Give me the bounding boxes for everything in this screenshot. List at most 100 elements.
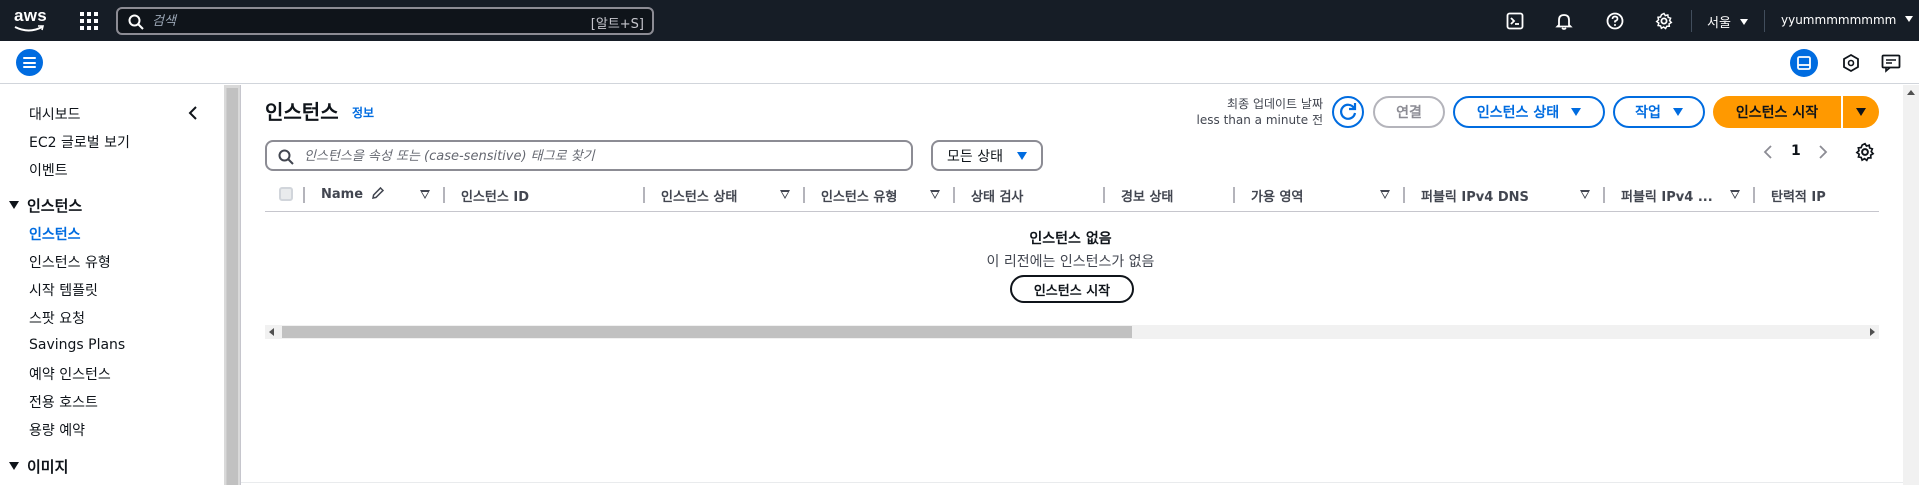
sidebar-section-instances[interactable]: 인스턴스 [9, 195, 82, 216]
instance-state-button[interactable]: 인스턴스 상태 [1453, 96, 1605, 128]
actions-button[interactable]: 작업 [1613, 96, 1705, 128]
caret-down-icon [1017, 152, 1027, 160]
column-header-instance-id[interactable]: 인스턴스 ID [461, 186, 529, 205]
column-divider [1103, 187, 1105, 203]
state-filter-value: 모든 상태 [947, 148, 1003, 165]
table-header: Name 인스턴스 ID 인스턴스 상태 인스턴스 유형 상태 검사 경보 상태… [265, 182, 1879, 212]
column-header-availability-zone[interactable]: 가용 영역 [1251, 186, 1303, 205]
aws-logo-text: aws [14, 6, 48, 25]
sort-caret-icon[interactable] [930, 190, 940, 199]
sort-caret-icon[interactable] [780, 190, 790, 199]
launch-instances-button[interactable]: 인스턴스 시작 [1713, 96, 1841, 128]
column-divider [953, 187, 955, 203]
sidebar-section-label: 인스턴스 [27, 197, 83, 215]
refresh-button[interactable] [1332, 96, 1364, 128]
region-selector[interactable]: 서울 [1707, 12, 1749, 31]
search-shortcut-hint: [알트+S] [590, 17, 644, 32]
column-header-alarm-status[interactable]: 경보 상태 [1121, 186, 1173, 205]
sort-caret-icon[interactable] [1380, 190, 1390, 199]
sidebar-item-spot-requests[interactable]: 스팟 요청 [29, 308, 85, 328]
select-all-checkbox[interactable] [279, 187, 293, 201]
column-header-status-check[interactable]: 상태 검사 [971, 186, 1023, 205]
caret-down-icon [1672, 108, 1683, 116]
global-search[interactable]: [알트+S] [116, 7, 654, 35]
chevron-down-icon [1740, 19, 1749, 25]
column-divider [1753, 187, 1755, 203]
column-header-label: Name [321, 187, 364, 202]
sidebar-item-launch-templates[interactable]: 시작 템플릿 [29, 280, 98, 300]
column-header-elastic-ip[interactable]: 탄력적 IP [1771, 186, 1826, 205]
assistant-icon[interactable] [1840, 52, 1862, 74]
aws-logo[interactable]: aws [14, 6, 50, 36]
empty-state-title: 인스턴스 없음 [1029, 231, 1112, 247]
pencil-icon [371, 186, 384, 199]
refresh-icon [1340, 103, 1357, 120]
horizontal-scrollbar-thumb[interactable] [282, 326, 1132, 338]
caret-down-icon [1856, 108, 1866, 116]
table-settings-gear-icon[interactable] [1855, 142, 1875, 162]
sidebar-item-dashboard[interactable]: 대시보드 [29, 104, 81, 124]
panel-toggle-icon[interactable] [1790, 49, 1818, 77]
caret-down-icon [9, 201, 19, 209]
empty-launch-instances-button[interactable]: 인스턴스 시작 [1010, 275, 1134, 303]
sort-caret-icon[interactable] [1730, 190, 1740, 199]
sidebar-item-dedicated-hosts[interactable]: 전용 호스트 [29, 392, 98, 412]
help-icon[interactable] [1606, 12, 1624, 30]
instance-filter-input[interactable] [304, 147, 864, 165]
sidebar-item-ec2-global-view[interactable]: EC2 글로벌 보기 [29, 132, 130, 152]
chevron-left-icon[interactable] [1762, 143, 1774, 161]
nav-divider [1764, 10, 1765, 32]
sidebar-item-capacity-reservations[interactable]: 용량 예약 [29, 420, 85, 440]
scroll-up-icon[interactable] [1907, 90, 1915, 95]
secondary-toolbar [0, 41, 1919, 84]
caret-down-icon [1571, 108, 1582, 116]
sidebar-scrollbar-thumb[interactable] [226, 88, 238, 485]
column-divider [303, 187, 305, 203]
top-navigation: aws [알트+S] 서울 yyummmmmmmm [0, 0, 1919, 41]
sidebar-item-savings-plans[interactable]: Savings Plans [29, 337, 125, 353]
gear-icon[interactable] [1655, 12, 1673, 30]
chevron-right-icon[interactable] [1817, 143, 1829, 161]
hamburger-menu-icon[interactable] [16, 49, 43, 76]
account-name: yyummmmmmmm [1781, 13, 1897, 27]
column-header-public-ipv4[interactable]: 퍼블릭 IPv4 ... [1621, 186, 1713, 205]
aws-smile-icon [14, 25, 44, 32]
column-header-instance-state[interactable]: 인스턴스 상태 [661, 186, 737, 205]
nav-divider [1691, 10, 1692, 32]
connect-button[interactable]: 연결 [1373, 96, 1445, 128]
scroll-right-icon[interactable] [1870, 328, 1875, 336]
cloudshell-icon[interactable] [1506, 12, 1524, 30]
bell-icon[interactable] [1555, 12, 1573, 30]
sidebar-item-events[interactable]: 이벤트 [29, 160, 68, 180]
feedback-icon[interactable] [1880, 52, 1902, 74]
column-header-instance-type[interactable]: 인스턴스 유형 [821, 186, 897, 205]
page-number[interactable]: 1 [1791, 143, 1801, 159]
global-search-input[interactable] [152, 12, 552, 30]
last-updated-value: less than a minute 전 [1196, 113, 1323, 127]
instance-filter[interactable] [265, 140, 913, 171]
sidebar-item-reserved-instances[interactable]: 예약 인스턴스 [29, 364, 111, 384]
state-filter-select[interactable]: 모든 상태 [931, 140, 1043, 171]
scroll-left-icon[interactable] [269, 328, 274, 336]
table-horizontal-scrollbar[interactable] [265, 325, 1879, 339]
caret-down-icon [9, 462, 19, 470]
sidebar-section-images[interactable]: 이미지 [9, 456, 68, 477]
info-link[interactable]: 정보 [352, 104, 374, 121]
instance-state-label: 인스턴스 상태 [1476, 105, 1560, 121]
account-menu[interactable]: yyummmmmmmm [1781, 13, 1914, 27]
divider [241, 482, 1903, 483]
search-icon [278, 149, 294, 165]
column-divider [643, 187, 645, 203]
column-divider [1403, 187, 1405, 203]
services-grid-icon[interactable] [80, 12, 98, 30]
launch-dropdown-button[interactable] [1843, 96, 1879, 128]
sort-caret-icon[interactable] [1580, 190, 1590, 199]
side-navigation: 대시보드 EC2 글로벌 보기 이벤트 인스턴스 인스턴스 인스턴스 유형 시작… [0, 85, 224, 485]
main-scrollbar[interactable] [1903, 85, 1919, 485]
sort-caret-icon[interactable] [420, 190, 430, 199]
column-header-name[interactable]: Name [321, 186, 385, 202]
chevron-left-icon[interactable] [186, 105, 200, 121]
region-label: 서울 [1707, 16, 1731, 31]
column-header-public-ipv4-dns[interactable]: 퍼블릭 IPv4 DNS [1421, 186, 1529, 205]
sidebar-section-label: 이미지 [27, 458, 69, 476]
